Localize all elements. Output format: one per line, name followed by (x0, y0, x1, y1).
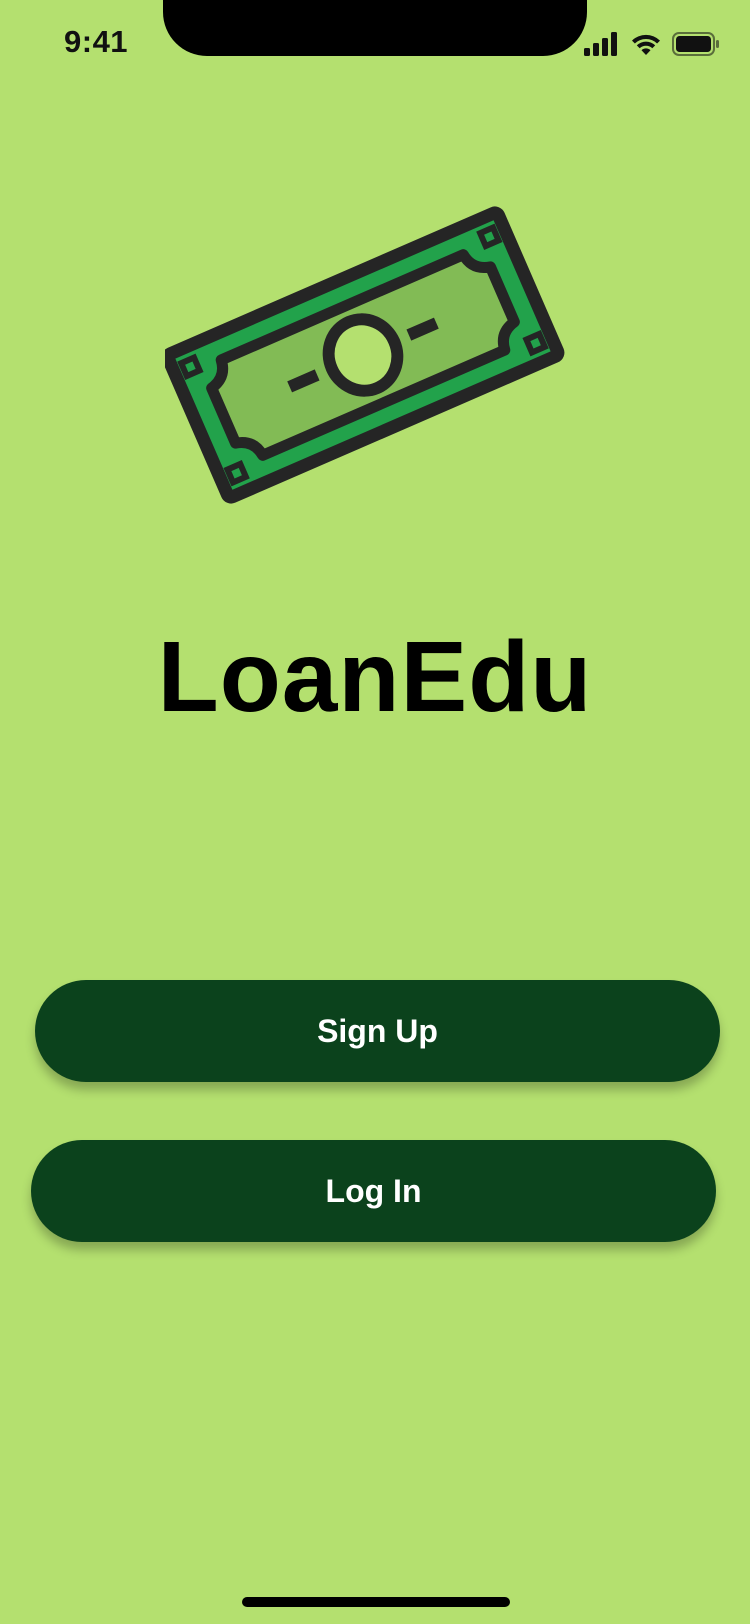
money-bill-icon (161, 182, 585, 522)
device-notch (163, 0, 587, 56)
home-indicator[interactable] (242, 1597, 510, 1607)
app-title: LoanEdu (157, 621, 593, 733)
status-time: 9:41 (64, 24, 129, 59)
log-in-button[interactable]: Log In (31, 1140, 716, 1242)
welcome-screen: 9:41 LoanEdu Sign Up Log In (0, 0, 750, 1624)
sign-up-button[interactable]: Sign Up (35, 980, 720, 1082)
log-in-label: Log In (325, 1172, 422, 1209)
wifi-icon (630, 32, 662, 56)
sign-up-label: Sign Up (317, 1012, 438, 1049)
status-icons (584, 32, 720, 56)
battery-icon (672, 32, 720, 56)
cellular-signal-icon (584, 32, 620, 56)
